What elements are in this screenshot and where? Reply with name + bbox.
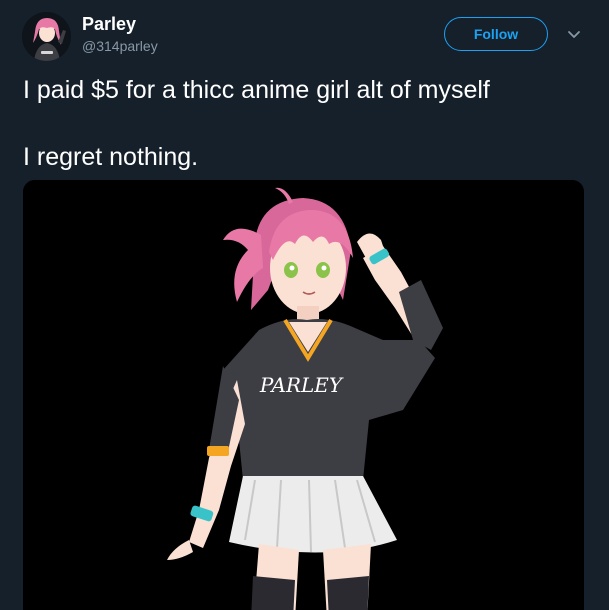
tweet-card: Parley @314parley Follow I paid $5 for a…	[0, 0, 609, 610]
avatar[interactable]	[22, 12, 71, 61]
follow-button[interactable]: Follow	[444, 17, 548, 51]
chevron-down-icon[interactable]	[566, 27, 582, 43]
anime-girl-illustration: PARLEY	[23, 180, 584, 610]
tweet-text-line-2: I regret nothing.	[23, 143, 199, 171]
shirt-text: PARLEY	[259, 373, 344, 397]
tweet-text-line-1: I paid $5 for a thicc anime girl alt of …	[23, 76, 490, 104]
user-handle[interactable]: @314parley	[82, 38, 158, 54]
tweet-media-image[interactable]: PARLEY	[23, 180, 584, 610]
avatar-image	[22, 12, 71, 61]
display-name[interactable]: Parley	[82, 14, 136, 35]
